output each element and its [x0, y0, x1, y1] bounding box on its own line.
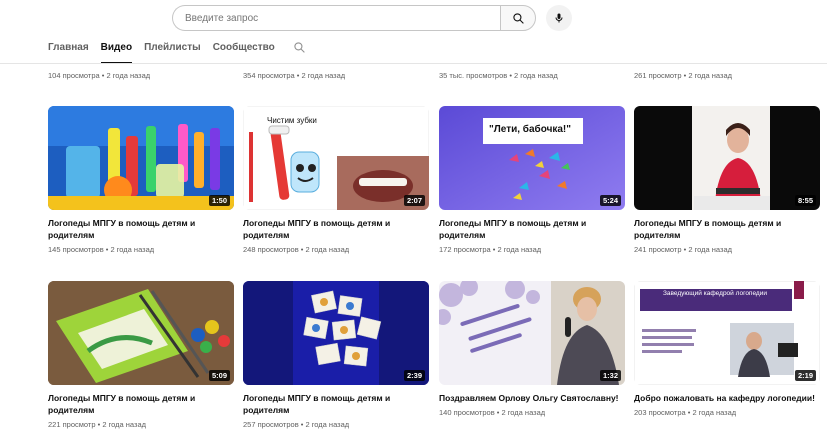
video-duration: 2:39 — [403, 370, 425, 381]
video-meta: 35 тыс. просмотров • 2 года назад — [439, 71, 558, 80]
video-title[interactable]: Логопеды МПГУ в помощь детям и родителям — [439, 217, 625, 241]
video-meta: 145 просмотров • 2 года назад — [48, 245, 155, 254]
video-title[interactable]: Логопеды МПГУ в помощь детям и родителям — [48, 217, 234, 241]
video-thumbnail[interactable]: "Лети, бабочка!" 5:24 — [439, 106, 625, 210]
video-meta: 104 просмотра • 2 года назад — [48, 71, 151, 80]
video-card[interactable]: 2:39 Логопеды МПГУ в помощь детям и роди… — [243, 281, 429, 429]
video-title[interactable]: Добро пожаловать на кафедру логопедии! — [634, 392, 820, 404]
search-input[interactable] — [185, 12, 500, 24]
video-title[interactable]: Логопеды МПГУ в помощь детям и родителям — [243, 217, 429, 241]
video-card[interactable]: 1:32 Поздравляем Орлову Ольгу Святославн… — [439, 281, 625, 417]
channel-search-button[interactable] — [293, 38, 306, 54]
video-title[interactable]: Логопеды МПГУ в помощь детям и родителям — [48, 392, 234, 416]
video-thumbnail[interactable]: 1:50 — [48, 106, 234, 210]
video-duration: 2:19 — [794, 370, 816, 381]
video-thumbnail[interactable]: Заведующий кафедрой логопедии 2:19 — [634, 281, 820, 385]
tab-home[interactable]: Главная — [48, 38, 89, 64]
video-thumbnail[interactable]: 5:09 — [48, 281, 234, 385]
tab-playlists[interactable]: Плейлисты — [144, 38, 201, 64]
video-card[interactable]: "Лети, бабочка!" 5:24 Логопеды МПГУ в по… — [439, 106, 625, 254]
video-meta: 203 просмотра • 2 года назад — [634, 408, 737, 417]
search-icon — [293, 41, 306, 54]
video-thumbnail[interactable]: Чистим зубки 2:07 — [243, 106, 429, 210]
video-meta: 221 просмотр • 2 года назад — [48, 420, 146, 429]
microphone-icon — [553, 12, 565, 24]
video-meta: 261 просмотр • 2 года назад — [634, 71, 732, 80]
thumbnail-caption: Заведующий кафедрой логопедии — [663, 290, 767, 297]
video-thumbnail[interactable]: 1:32 — [439, 281, 625, 385]
video-meta: 172 просмотра • 2 года назад — [439, 245, 542, 254]
video-duration: 8:55 — [794, 195, 816, 206]
video-card[interactable]: 5:09 Логопеды МПГУ в помощь детям и роди… — [48, 281, 234, 429]
tab-videos[interactable]: Видео — [100, 38, 133, 64]
video-duration: 5:09 — [208, 370, 230, 381]
video-thumbnail[interactable]: 2:39 — [243, 281, 429, 385]
video-meta: 248 просмотров • 2 года назад — [243, 245, 350, 254]
video-duration: 1:50 — [208, 195, 230, 206]
search-box[interactable] — [172, 5, 500, 31]
thumbnail-caption: "Лети, бабочка!" — [489, 124, 572, 135]
channel-tabs: Главная Видео Плейлисты Сообщество — [48, 38, 306, 64]
video-title[interactable]: Логопеды МПГУ в помощь детям и родителям — [634, 217, 820, 241]
search-icon — [512, 12, 525, 25]
tabs-divider — [0, 63, 827, 64]
search-bar — [172, 5, 572, 31]
video-duration: 1:32 — [599, 370, 621, 381]
video-meta: 354 просмотра • 2 года назад — [243, 71, 346, 80]
video-thumbnail[interactable]: 8:55 — [634, 106, 820, 210]
video-card[interactable]: 1:50 Логопеды МПГУ в помощь детям и роди… — [48, 106, 234, 254]
video-meta: 257 просмотров • 2 года назад — [243, 420, 350, 429]
video-title[interactable]: Логопеды МПГУ в помощь детям и родителям — [243, 392, 429, 416]
video-meta: 241 просмотр • 2 года назад — [634, 245, 732, 254]
video-card[interactable]: Заведующий кафедрой логопедии 2:19 Добро… — [634, 281, 820, 417]
thumbnail-caption: Чистим зубки — [267, 116, 317, 125]
video-title[interactable]: Поздравляем Орлову Ольгу Святославну! — [439, 392, 625, 404]
video-duration: 2:07 — [403, 195, 425, 206]
video-duration: 5:24 — [599, 195, 621, 206]
video-card[interactable]: Чистим зубки 2:07 Логопеды МПГУ в помощь… — [243, 106, 429, 254]
tab-community[interactable]: Сообщество — [213, 38, 275, 64]
search-button[interactable] — [500, 5, 536, 31]
video-card[interactable]: 8:55 Логопеды МПГУ в помощь детям и роди… — [634, 106, 820, 254]
voice-search-button[interactable] — [546, 5, 572, 31]
video-meta: 140 просмотров • 2 года назад — [439, 408, 546, 417]
